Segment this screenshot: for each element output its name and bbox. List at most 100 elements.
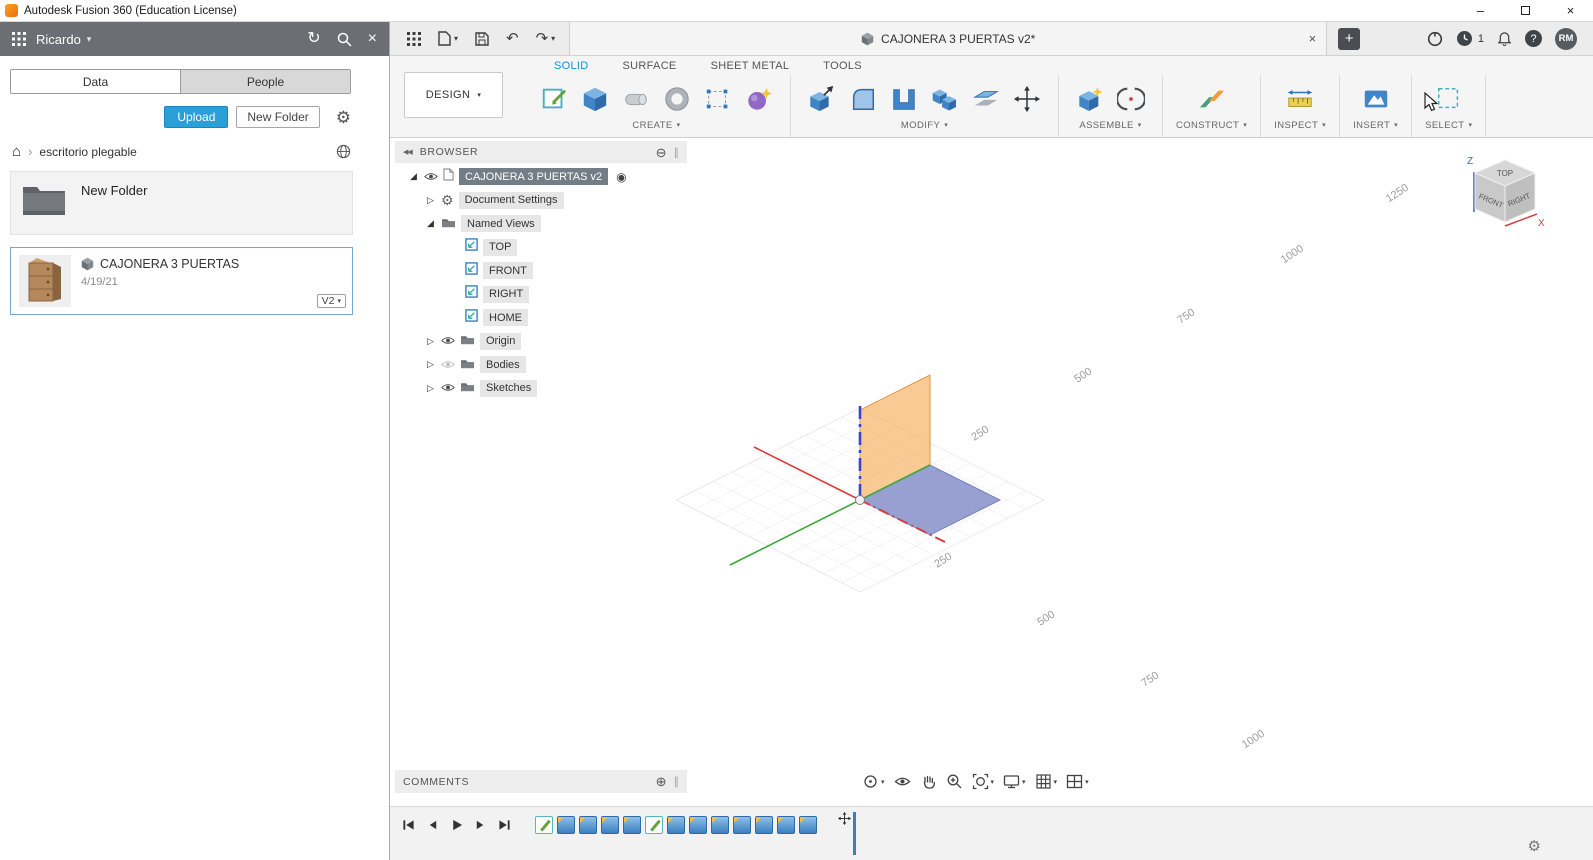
user-menu[interactable]: Ricardo xyxy=(36,32,81,47)
group-label-create[interactable]: CREATE ▾ xyxy=(632,120,680,134)
timeline-marker-bar[interactable] xyxy=(853,812,856,855)
avatar[interactable]: RM xyxy=(1555,27,1577,50)
expander-icon[interactable]: ▷ xyxy=(425,195,436,206)
shell-icon[interactable] xyxy=(886,80,922,118)
group-label-insert[interactable]: INSERT ▾ xyxy=(1353,120,1398,134)
timeline-feature-extrude[interactable] xyxy=(733,816,751,834)
move-copy-icon[interactable] xyxy=(1009,80,1045,118)
pan-button[interactable] xyxy=(920,773,937,790)
fit-button[interactable]: ▾ xyxy=(972,773,994,790)
new-folder-button[interactable]: New Folder xyxy=(236,106,320,128)
browser-item-label[interactable]: HOME xyxy=(483,309,528,327)
browser-item-sketches[interactable]: ▷ Sketches xyxy=(395,377,687,401)
browser-header[interactable]: ◀◀ BROWSER ⊖ ∥ xyxy=(395,141,687,163)
grid-snaps-button[interactable]: ▾ xyxy=(1035,773,1057,790)
group-label-construct[interactable]: CONSTRUCT ▾ xyxy=(1176,120,1247,134)
tab-surface[interactable]: SURFACE xyxy=(606,60,694,72)
browser-item-document-settings[interactable]: ▷ ⚙ Document Settings xyxy=(395,189,687,213)
timeline-feature-extrude[interactable] xyxy=(667,816,685,834)
create-form-icon[interactable] xyxy=(741,80,777,118)
new-component-icon[interactable] xyxy=(1072,80,1108,118)
viewport[interactable]: 250 500 750 1000 1250 250 500 750 1000 Z… xyxy=(390,138,1593,806)
browser-item-label[interactable]: TOP xyxy=(483,238,518,256)
timeline-feature-sketch[interactable] xyxy=(535,816,553,834)
extensions-icon[interactable] xyxy=(1427,31,1443,47)
timeline-feature-extrude[interactable] xyxy=(689,816,707,834)
browser-item-origin[interactable]: ▷ Origin xyxy=(395,330,687,354)
expander-icon[interactable]: ◢ xyxy=(408,171,419,182)
tab-data[interactable]: Data xyxy=(11,70,180,93)
offset-face-icon[interactable] xyxy=(968,80,1004,118)
design-item[interactable]: CAJONERA 3 PUERTAS 4/19/21 V2 ▾ xyxy=(10,247,353,315)
workspace-selector[interactable]: DESIGN ▾ xyxy=(404,72,503,118)
browser-item-named-views[interactable]: ◢ Named Views xyxy=(395,212,687,236)
browser-item-view-right[interactable]: RIGHT xyxy=(395,283,687,307)
browser-item-label[interactable]: RIGHT xyxy=(483,285,530,303)
press-pull-icon[interactable] xyxy=(804,80,840,118)
close-window-button[interactable]: × xyxy=(1548,0,1593,21)
group-label-modify[interactable]: MODIFY ▾ xyxy=(901,120,948,134)
timeline-feature-extrude[interactable] xyxy=(623,816,641,834)
origin-point[interactable] xyxy=(855,495,865,505)
measure-icon[interactable] xyxy=(1282,80,1318,118)
timeline-feature-extrude[interactable] xyxy=(601,816,619,834)
tab-people[interactable]: People xyxy=(180,70,350,93)
upload-button[interactable]: Upload xyxy=(164,106,229,128)
joint-icon[interactable] xyxy=(1113,80,1149,118)
comments-panel[interactable]: COMMENTS ⊕ ∥ xyxy=(395,770,687,793)
add-comment-icon[interactable]: ⊕ xyxy=(656,775,667,788)
apps-grid-icon[interactable] xyxy=(407,31,421,46)
close-tab-icon[interactable]: × xyxy=(1309,31,1317,46)
browser-item-view-front[interactable]: FRONT xyxy=(395,259,687,283)
globe-icon[interactable] xyxy=(336,144,351,159)
cylinder-icon[interactable] xyxy=(618,80,654,118)
minimize-browser-icon[interactable]: ⊖ xyxy=(656,146,667,159)
eye-off-icon[interactable] xyxy=(441,356,455,374)
look-at-button[interactable] xyxy=(894,773,911,790)
breadcrumb-project[interactable]: escritorio plegable xyxy=(39,145,136,159)
browser-item-label[interactable]: CAJONERA 3 PUERTAS v2 xyxy=(459,168,609,186)
construct-plane-icon[interactable] xyxy=(1194,80,1230,118)
version-selector[interactable]: V2 ▾ xyxy=(316,294,346,308)
combine-icon[interactable] xyxy=(927,80,963,118)
fillet-icon[interactable] xyxy=(845,80,881,118)
redo-button[interactable]: ↷ ▾ xyxy=(536,31,556,46)
maximize-button[interactable] xyxy=(1503,0,1548,21)
document-tab[interactable]: CAJONERA 3 PUERTAS v2* × xyxy=(569,22,1328,55)
timeline-feature-extrude[interactable] xyxy=(579,816,597,834)
search-icon[interactable] xyxy=(337,32,352,47)
eye-icon[interactable] xyxy=(441,379,455,397)
panel-grip[interactable]: ∥ xyxy=(674,775,680,788)
notifications-bell-icon[interactable] xyxy=(1497,31,1512,47)
close-panel-icon[interactable]: × xyxy=(368,31,377,47)
group-label-inspect[interactable]: INSPECT ▾ xyxy=(1274,120,1326,134)
browser-item-root[interactable]: ◢ CAJONERA 3 PUERTAS v2 ◉ xyxy=(395,165,687,189)
go-to-end-button[interactable] xyxy=(494,815,515,835)
timeline-feature-extrude[interactable] xyxy=(799,816,817,834)
pattern-icon[interactable] xyxy=(700,80,736,118)
collapse-panel-icon[interactable]: ◀◀ xyxy=(403,148,413,156)
timeline-position-marker[interactable] xyxy=(838,812,856,855)
expander-icon[interactable]: ▷ xyxy=(425,383,436,394)
browser-item-label[interactable]: Sketches xyxy=(480,379,538,397)
activate-component-radio[interactable]: ◉ xyxy=(616,171,626,183)
tab-solid[interactable]: SOLID xyxy=(537,60,606,72)
undo-icon[interactable]: ↶ xyxy=(506,31,519,46)
eye-icon[interactable] xyxy=(424,168,438,186)
panel-grip[interactable]: ∥ xyxy=(674,146,680,159)
refresh-icon[interactable]: ↻ xyxy=(307,31,320,47)
help-icon[interactable]: ? xyxy=(1525,30,1542,47)
group-label-assemble[interactable]: ASSEMBLE ▾ xyxy=(1079,120,1141,134)
play-button[interactable] xyxy=(446,815,467,835)
browser-item-label[interactable]: Document Settings xyxy=(458,191,564,209)
expander-icon[interactable]: ◢ xyxy=(425,218,436,229)
browser-item-view-home[interactable]: HOME xyxy=(395,306,687,330)
timeline-feature-extrude[interactable] xyxy=(711,816,729,834)
orbit-button[interactable]: ▾ xyxy=(862,773,885,790)
apps-grid-icon[interactable] xyxy=(12,32,26,46)
browser-item-view-top[interactable]: TOP xyxy=(395,236,687,260)
browser-item-label[interactable]: FRONT xyxy=(483,262,533,280)
tab-sheet-metal[interactable]: SHEET METAL xyxy=(694,60,807,72)
save-icon[interactable] xyxy=(475,31,489,46)
group-label-select[interactable]: SELECT ▾ xyxy=(1425,120,1472,134)
